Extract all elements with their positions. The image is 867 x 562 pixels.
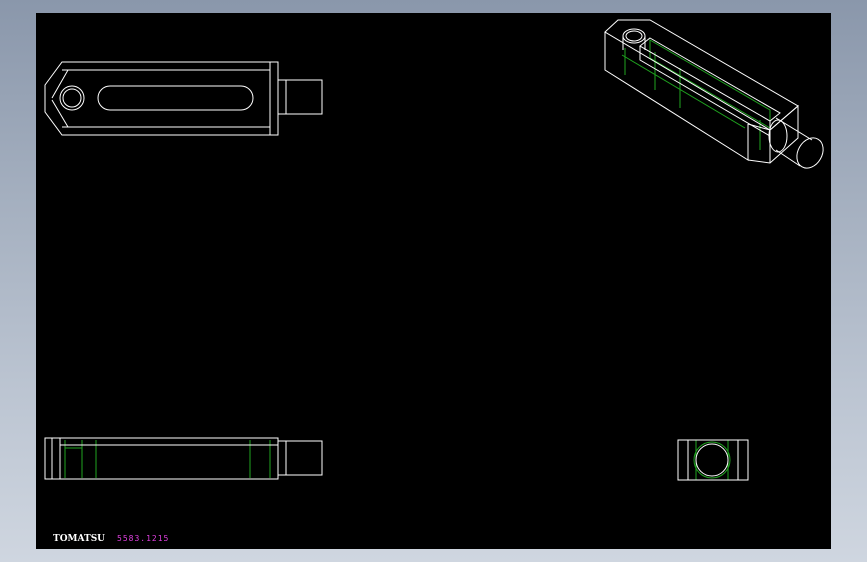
shaft bbox=[277, 79, 323, 115]
side-view bbox=[677, 439, 749, 481]
iso-end-face bbox=[747, 104, 799, 164]
front-shaft bbox=[277, 440, 323, 476]
side-shaft-circle bbox=[695, 443, 729, 477]
iso-shaft-base bbox=[768, 119, 788, 153]
slot bbox=[97, 85, 254, 111]
iso-shaft-bottom bbox=[775, 149, 801, 167]
isometric-view bbox=[604, 19, 824, 169]
bolt-hole bbox=[59, 85, 85, 111]
hidden-slot bbox=[649, 39, 771, 129]
cad-drawing bbox=[44, 19, 824, 481]
chamfer-edge-left bbox=[51, 69, 69, 99]
hidden-lines-front bbox=[64, 440, 271, 478]
top-view bbox=[44, 61, 323, 136]
hidden-lines-side bbox=[693, 440, 731, 480]
front-view bbox=[44, 437, 323, 480]
front-body bbox=[44, 437, 279, 480]
brand-text: TOMATSU bbox=[53, 534, 106, 544]
iso-top-face bbox=[604, 19, 799, 131]
body-outline bbox=[44, 61, 279, 136]
iso-slot-upper bbox=[639, 37, 781, 122]
visible-lines-front bbox=[44, 437, 323, 480]
bolt-hole-inner bbox=[62, 88, 82, 108]
visible-lines-side bbox=[677, 439, 749, 481]
iso-hole-inner bbox=[625, 30, 643, 42]
part-number: 5583.1215 bbox=[117, 534, 170, 543]
